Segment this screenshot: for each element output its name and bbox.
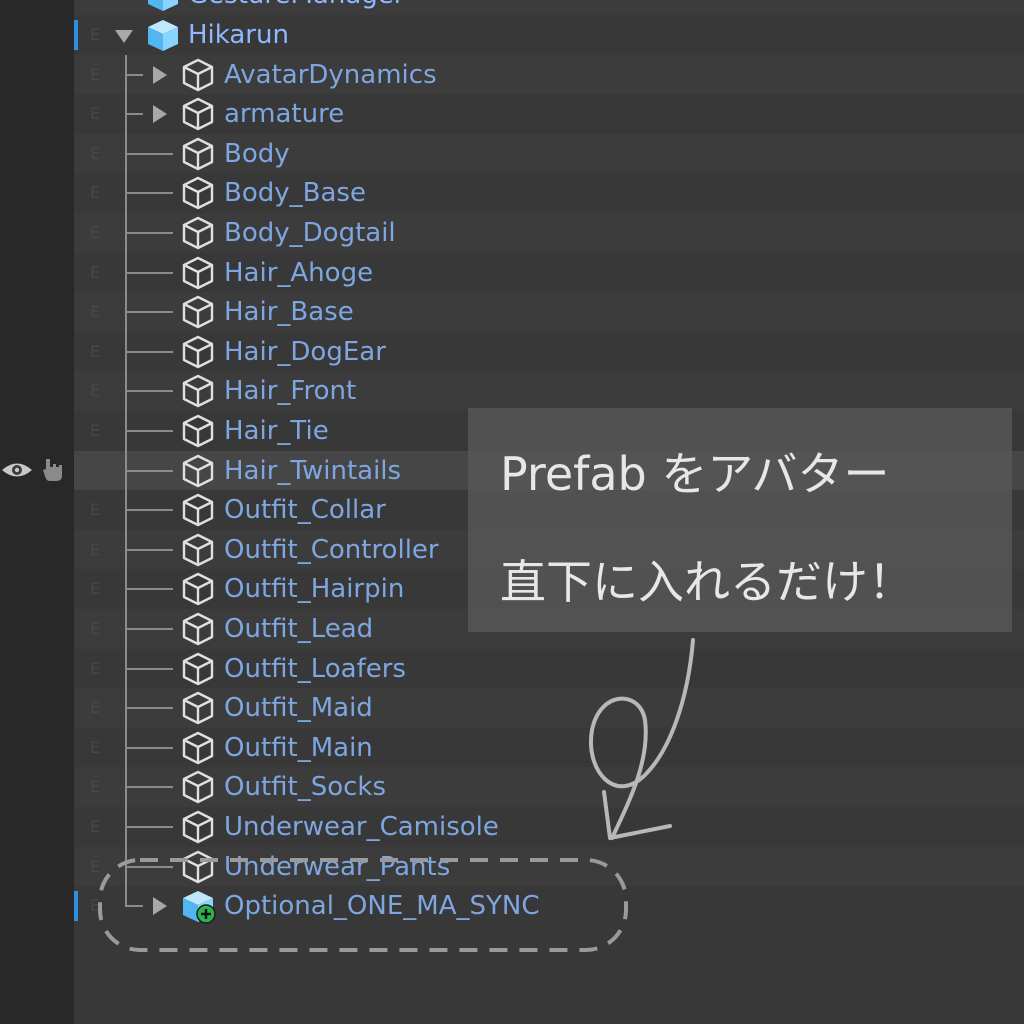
eye-icon[interactable] [0,459,34,481]
annotation-overlay [98,638,695,952]
pickable-hand-icon[interactable] [40,456,68,482]
dashed-highlight [98,858,628,952]
